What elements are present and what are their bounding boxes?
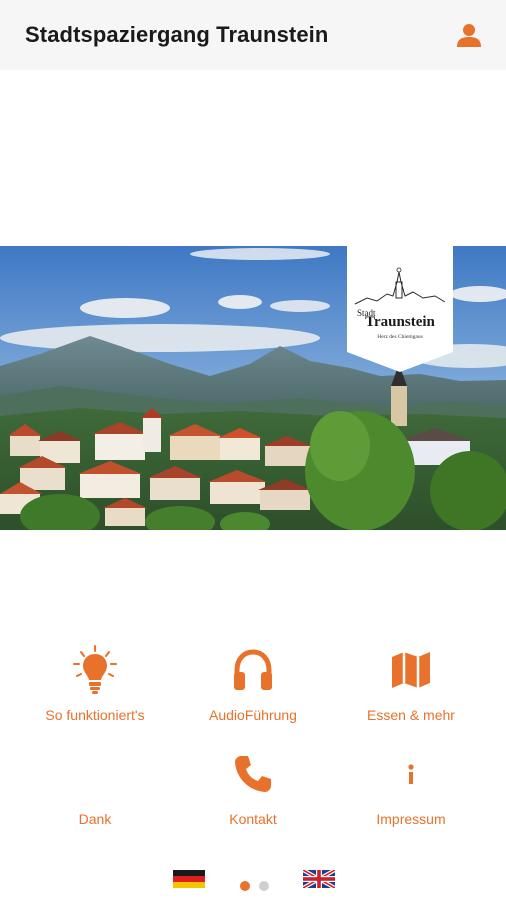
page-indicator-bar <box>0 868 506 892</box>
menu-item-imprint[interactable]: Impressum <box>327 744 495 844</box>
user-button[interactable] <box>454 20 484 50</box>
german-flag-icon[interactable] <box>173 870 205 888</box>
map-icon <box>387 646 435 694</box>
uk-flag-icon[interactable] <box>302 868 336 890</box>
app-title: Stadtspaziergang Traunstein <box>25 22 329 47</box>
app-header: Stadtspaziergang Traunstein <box>0 0 506 70</box>
phone-icon <box>229 750 277 798</box>
page-dot-active[interactable] <box>240 881 250 891</box>
headphones-icon <box>229 646 277 694</box>
menu-item-label: Kontakt <box>229 811 277 827</box>
menu-item-contact[interactable]: Kontakt <box>169 744 337 844</box>
menu-item-label: So funktioniert's <box>45 707 145 723</box>
user-icon <box>457 24 481 47</box>
page-dot[interactable] <box>259 881 269 891</box>
info-icon <box>387 750 435 798</box>
menu-item-how-it-works[interactable]: So funktioniert's <box>11 640 179 740</box>
menu-item-label: Essen & mehr <box>367 707 455 723</box>
logo-sub-text: Herz des Chiemgaus <box>377 334 423 340</box>
menu-item-audio-tour[interactable]: AudioFührung <box>169 640 337 740</box>
menu-item-label: AudioFührung <box>209 707 297 723</box>
logo-main-text: Traunstein <box>365 314 435 330</box>
menu-item-thanks[interactable]: Dank <box>11 744 179 844</box>
city-logo: Stadt Traunstein Herz des Chiemgaus <box>347 246 453 374</box>
menu-item-label: Impressum <box>376 811 446 827</box>
lightbulb-icon <box>71 645 119 694</box>
menu-item-label: Dank <box>78 811 112 827</box>
menu-item-food-more[interactable]: Essen & mehr <box>327 640 495 740</box>
